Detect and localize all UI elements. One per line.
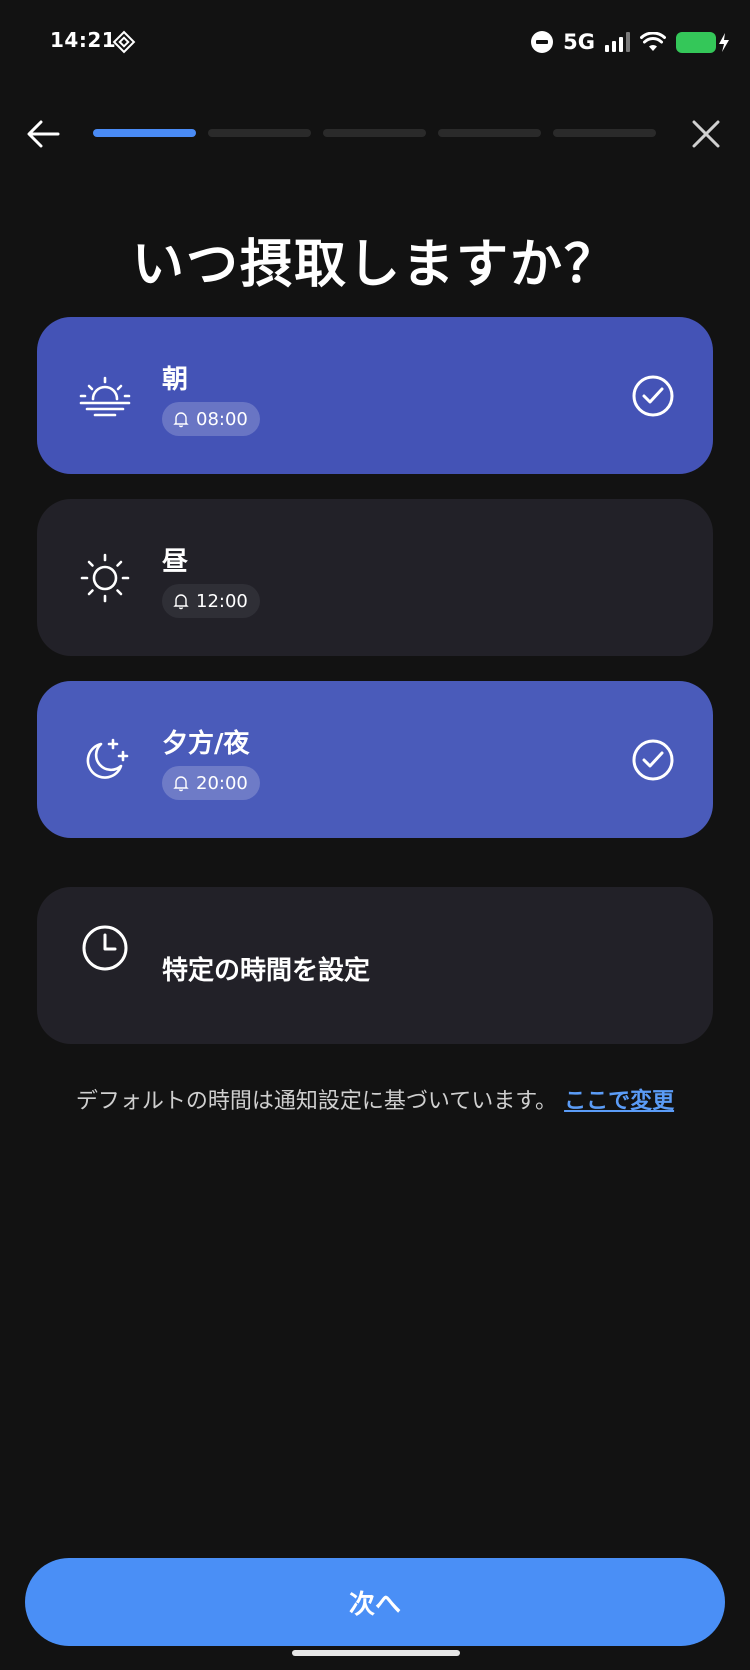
change-link[interactable]: ここで変更 bbox=[564, 1089, 674, 1114]
note-text: デフォルトの時間は通知設定に基づいています。 bbox=[75, 1089, 558, 1114]
progress-segment bbox=[208, 129, 311, 137]
clock-icon bbox=[82, 925, 128, 971]
sunrise-icon bbox=[79, 376, 131, 416]
next-button[interactable]: 次へ bbox=[25, 1558, 725, 1646]
app-status-icon bbox=[112, 30, 136, 54]
progress-segment bbox=[438, 129, 541, 137]
option-label: 昼 bbox=[162, 547, 189, 577]
back-arrow-icon[interactable] bbox=[24, 116, 64, 152]
top-nav bbox=[0, 110, 750, 160]
home-indicator bbox=[292, 1650, 460, 1656]
option-label: 夕方/夜 bbox=[162, 729, 250, 759]
screen: 14:21 5G いつ摂取しますか？ 朝 08:00 昼 12:00 夕方/夜 … bbox=[0, 0, 750, 1670]
time-value: 08:00 bbox=[196, 408, 248, 430]
option-evening-night[interactable]: 夕方/夜 20:00 bbox=[37, 681, 713, 838]
charging-icon bbox=[719, 32, 729, 52]
time-value: 20:00 bbox=[196, 772, 248, 794]
option-noon[interactable]: 昼 12:00 bbox=[37, 499, 713, 656]
signal-icon bbox=[605, 32, 630, 52]
status-time: 14:21 bbox=[50, 28, 117, 52]
progress-segment bbox=[93, 129, 196, 137]
status-right: 5G bbox=[531, 28, 729, 56]
bell-icon bbox=[173, 594, 189, 610]
check-circle-icon bbox=[632, 739, 674, 780]
progress-bar bbox=[93, 129, 656, 137]
time-value: 12:00 bbox=[196, 590, 248, 612]
status-bar: 14:21 5G bbox=[0, 0, 750, 90]
bell-icon bbox=[173, 412, 189, 428]
do-not-disturb-icon bbox=[531, 31, 554, 53]
bell-icon bbox=[173, 776, 189, 792]
time-chip[interactable]: 12:00 bbox=[162, 584, 260, 618]
option-specific-time[interactable]: 特定の時間を設定 bbox=[37, 887, 713, 1044]
wifi-icon bbox=[640, 32, 666, 51]
progress-segment bbox=[323, 129, 426, 137]
option-label: 朝 bbox=[162, 365, 189, 395]
sun-icon bbox=[80, 553, 130, 602]
moon-stars-icon bbox=[86, 738, 129, 779]
check-circle-icon bbox=[632, 375, 674, 416]
network-type: 5G bbox=[563, 30, 595, 54]
close-icon[interactable] bbox=[688, 116, 724, 152]
default-time-note: デフォルトの時間は通知設定に基づいています。 ここで変更 bbox=[60, 1082, 690, 1122]
option-label: 特定の時間を設定 bbox=[162, 956, 371, 986]
progress-segment bbox=[553, 129, 656, 137]
time-chip[interactable]: 08:00 bbox=[162, 402, 260, 436]
page-title: いつ摂取しますか？ bbox=[131, 235, 618, 295]
battery-icon bbox=[676, 31, 729, 53]
time-chip[interactable]: 20:00 bbox=[162, 766, 260, 800]
option-morning[interactable]: 朝 08:00 bbox=[37, 317, 713, 474]
